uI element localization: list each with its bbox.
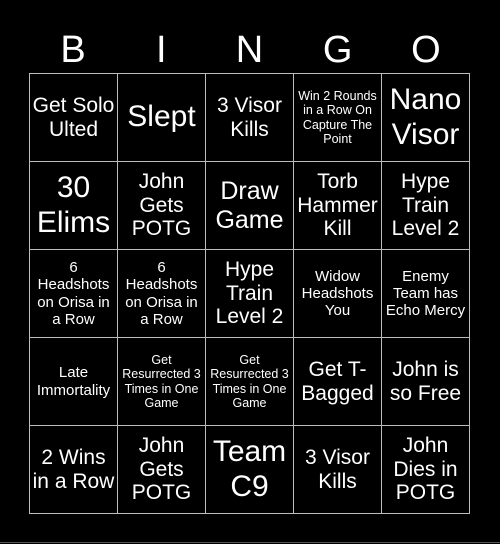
bingo-cell[interactable]: 30 Elims — [30, 162, 118, 250]
bingo-cell[interactable]: Win 2 Rounds in a Row On Capture The Poi… — [294, 74, 382, 162]
bingo-cell[interactable]: Get Resurrected 3 Times in One Game — [206, 338, 294, 426]
bingo-cell[interactable]: Get Solo Ulted — [30, 74, 118, 162]
bingo-cell[interactable]: 3 Visor Kills — [206, 74, 294, 162]
bingo-cell[interactable]: Draw Game — [206, 162, 294, 250]
bingo-cell[interactable]: Hype Train Level 2 — [382, 162, 470, 250]
bingo-cell[interactable]: Get Resurrected 3 Times in One Game — [118, 338, 206, 426]
bingo-cell[interactable]: Hype Train Level 2 — [206, 250, 294, 338]
bingo-grid: Get Solo Ulted Slept 3 Visor Kills Win 2… — [29, 73, 470, 514]
bingo-cell[interactable]: Nano Visor — [382, 74, 470, 162]
header-letter-i: I — [156, 29, 167, 71]
bingo-cell[interactable]: Slept — [118, 74, 206, 162]
bingo-cell[interactable]: John is so Free — [382, 338, 470, 426]
bingo-cell[interactable]: 6 Headshots on Orisa in a Row — [118, 250, 206, 338]
bingo-cell[interactable]: John Gets POTG — [118, 426, 206, 514]
header-letter-g: G — [322, 29, 353, 71]
bingo-cell[interactable]: Enemy Team has Echo Mercy — [382, 250, 470, 338]
bingo-header: B I N G O — [29, 28, 470, 72]
header-letter-b: B — [60, 29, 86, 71]
bingo-cell[interactable]: 3 Visor Kills — [294, 426, 382, 514]
header-letter-o: O — [411, 29, 441, 71]
bingo-cell[interactable]: John Dies in POTG — [382, 426, 470, 514]
bingo-cell[interactable]: Get T-Bagged — [294, 338, 382, 426]
bingo-cell[interactable]: 6 Headshots on Orisa in a Row — [30, 250, 118, 338]
bingo-cell[interactable]: Widow Headshots You — [294, 250, 382, 338]
bingo-cell[interactable]: 2 Wins in a Row — [30, 426, 118, 514]
header-letter-n: N — [235, 29, 264, 71]
bingo-cell[interactable]: John Gets POTG — [118, 162, 206, 250]
bingo-cell[interactable]: Late Immortality — [30, 338, 118, 426]
bingo-cell[interactable]: Team C9 — [206, 426, 294, 514]
bingo-cell[interactable]: Torb Hammer Kill — [294, 162, 382, 250]
bottom-divider — [0, 542, 500, 543]
